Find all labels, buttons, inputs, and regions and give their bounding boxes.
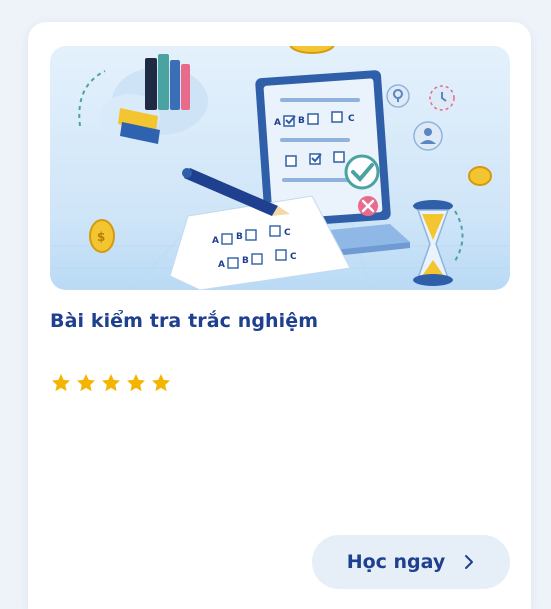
star-icon: [152, 374, 170, 392]
cloud-books-icon: [100, 54, 208, 144]
chevron-right-icon: [465, 555, 474, 569]
option-label: B: [242, 256, 249, 266]
star-icon: [52, 374, 70, 392]
option-label: C: [284, 228, 291, 238]
svg-text:$: $: [97, 230, 105, 244]
user-bubble-icon: [413, 121, 443, 151]
option-label: A: [218, 260, 225, 270]
star-rating: [50, 372, 172, 394]
cross-badge-icon: [358, 196, 378, 216]
course-title: Bài kiểm tra trắc nghiệm: [50, 310, 319, 332]
option-label: B: [236, 232, 243, 242]
course-card[interactable]: A B C A B C A B C $ Bài kiểm tra trắc ng…: [28, 22, 531, 609]
option-label: C: [348, 114, 355, 124]
check-badge-icon: [344, 154, 380, 190]
option-label: A: [274, 118, 281, 128]
option-label: B: [298, 116, 305, 126]
star-icon: [102, 374, 120, 392]
location-bubble-icon: [386, 84, 410, 108]
option-label: A: [212, 236, 219, 246]
star-icon: [127, 374, 145, 392]
option-label: C: [290, 252, 297, 262]
coin-icon: $: [89, 219, 115, 253]
quiz-illustration: A B C A B C A B C $: [50, 46, 510, 290]
coin-icon: [289, 46, 335, 54]
start-learning-button[interactable]: Học ngay: [312, 535, 510, 589]
clock-bubble-icon: [429, 85, 455, 111]
coin-icon: [468, 166, 492, 186]
course-banner-illustration: A B C A B C A B C $: [50, 46, 510, 290]
start-learning-label: Học ngay: [346, 551, 446, 573]
hourglass-icon: [413, 200, 453, 286]
star-icon: [77, 374, 95, 392]
